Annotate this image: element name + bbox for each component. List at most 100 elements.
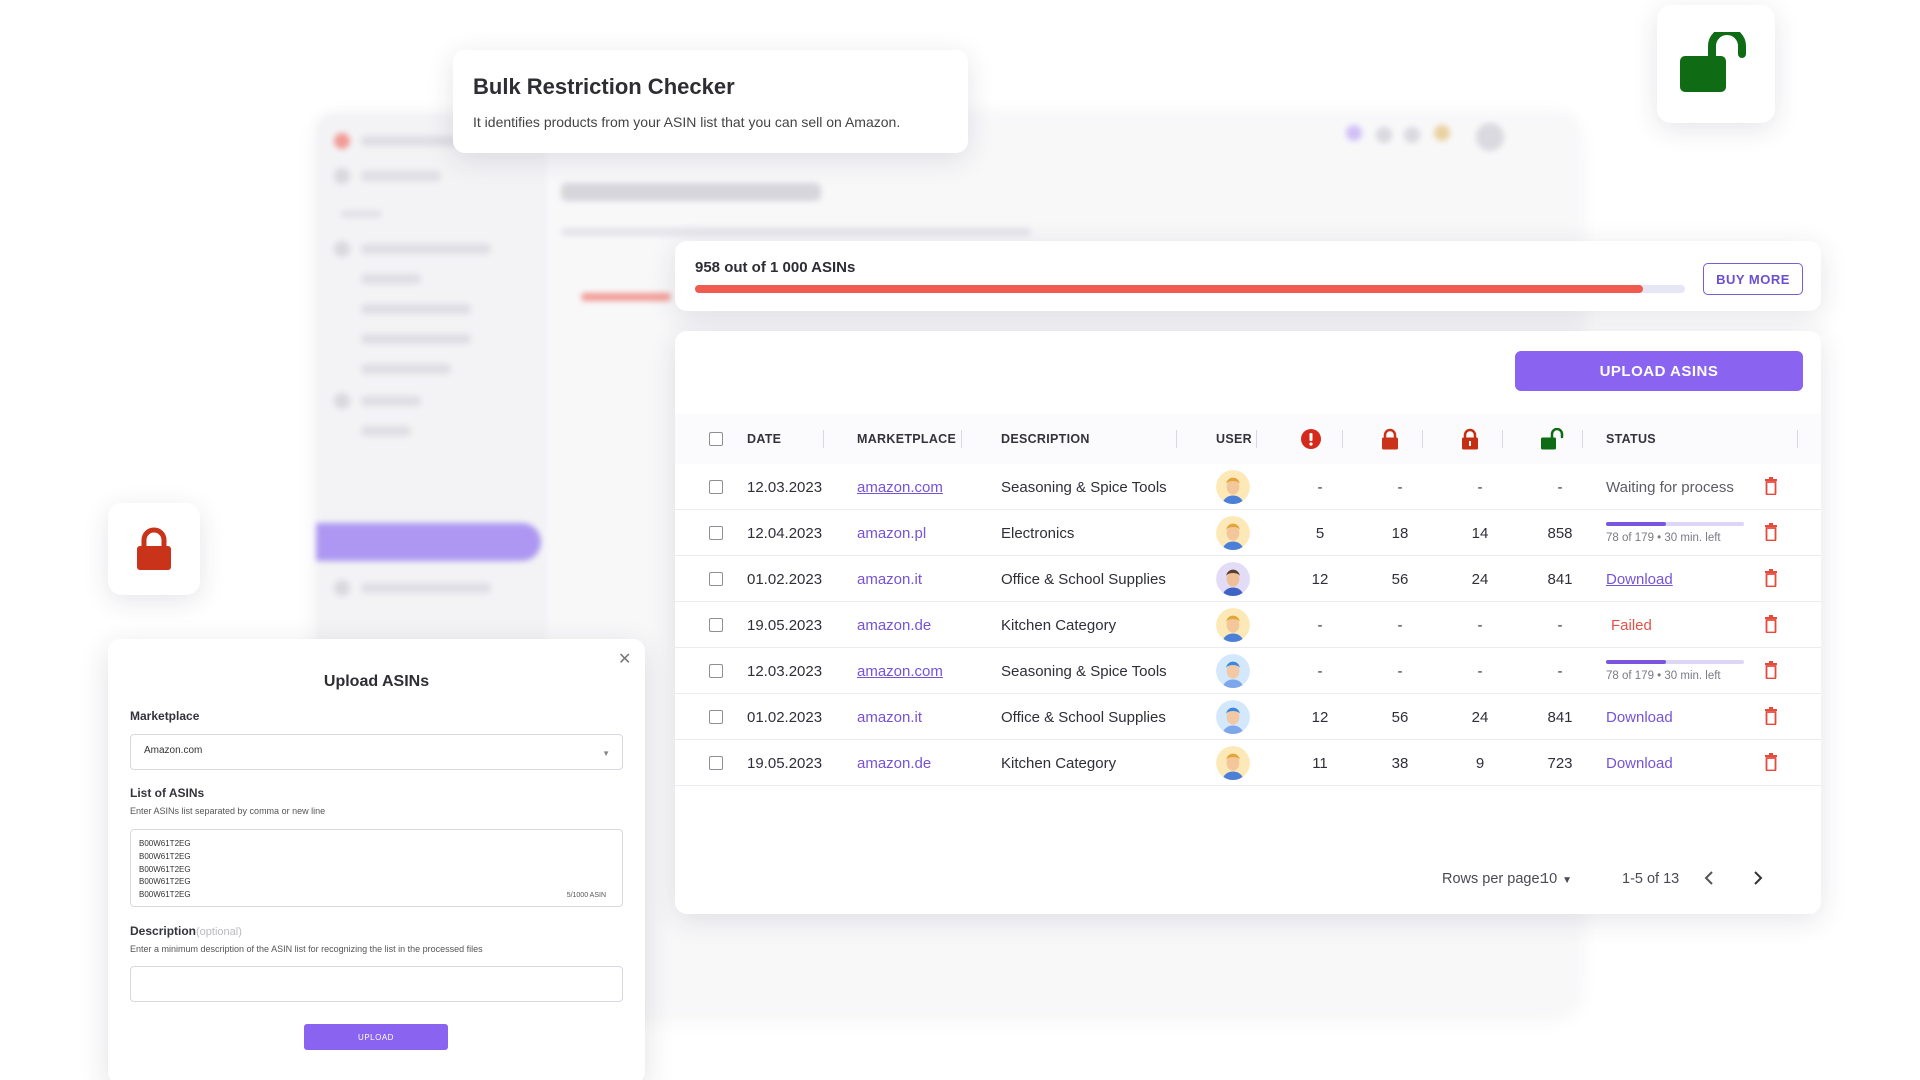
download-link[interactable]: Download — [1606, 571, 1673, 588]
asin-usage-text: 958 out of 1 000 ASINs — [695, 259, 856, 276]
table-row[interactable]: 12.03.2023 amazon.com Seasoning & Spice To… — [675, 464, 1821, 510]
row-date: 12.03.2023 — [747, 478, 823, 496]
marketplace-link[interactable]: amazon.com — [857, 663, 943, 680]
delete-icon[interactable] — [1764, 477, 1778, 500]
alert-icon — [1301, 429, 1321, 449]
chevron-down-icon: ▼ — [1562, 875, 1573, 886]
marketplace-link[interactable]: amazon.de — [857, 755, 931, 772]
upload-asins-button[interactable]: UPLOAD ASINS — [1515, 351, 1803, 391]
table-row[interactable]: 12.03.2023 amazon.com Seasoning & Spice To… — [675, 648, 1821, 694]
row-description: Electronics — [1001, 524, 1075, 542]
asin-line: B00W61T2EG — [139, 864, 191, 874]
table-row[interactable]: 01.02.2023 amazon.it Office & School Suppl… — [675, 694, 1821, 740]
row-date: 01.02.2023 — [747, 570, 823, 588]
marketplace-link[interactable]: amazon.it — [857, 571, 922, 588]
download-link[interactable]: Download — [1606, 709, 1673, 726]
marketplace-link[interactable]: amazon.de — [857, 617, 931, 634]
upload-button[interactable]: UPLOAD — [304, 1024, 448, 1050]
header-alert[interactable] — [1300, 414, 1322, 464]
close-icon[interactable]: ✕ — [618, 649, 631, 669]
page-title: Bulk Restriction Checker — [473, 74, 735, 99]
table-row[interactable]: 12.04.2023 amazon.pl Electronics 5 18 14 858 78… — [675, 510, 1821, 556]
row-checkbox[interactable] — [709, 572, 723, 586]
marketplace-link[interactable]: amazon.com — [857, 479, 943, 496]
row-checkbox[interactable] — [709, 664, 723, 678]
row-checkbox[interactable] — [709, 618, 723, 632]
row-checkbox[interactable] — [709, 480, 723, 494]
status-progress-fill — [1606, 522, 1667, 526]
header-marketplace[interactable]: MARKETPLACE — [857, 414, 956, 464]
marketplace-label: Marketplace — [130, 709, 200, 723]
count-alert: - — [1317, 662, 1323, 680]
asin-list-input[interactable]: B00W61T2EG B00W61T2EG B00W61T2EG B00W61T2EG… — [130, 829, 623, 907]
table-row[interactable]: 19.05.2023 amazon.de Kitchen Category - - - - F… — [675, 602, 1821, 648]
row-description: Seasoning & Spice Tools — [1001, 478, 1167, 496]
count-alert: 12 — [1311, 570, 1329, 588]
row-checkbox[interactable] — [709, 756, 723, 770]
previous-page-icon[interactable] — [1702, 869, 1716, 891]
next-page-icon[interactable] — [1751, 869, 1765, 891]
count-restricted: 56 — [1391, 570, 1409, 588]
user-avatar-icon — [1216, 608, 1250, 642]
asin-usage-bar-fill — [695, 285, 1644, 293]
lock-icon — [137, 527, 171, 570]
asin-lists-table-card: UPLOAD ASINS DATE MARKETPLACE DESCRIPTIO… — [675, 331, 1821, 914]
buy-more-button[interactable]: BUY MORE — [1703, 263, 1803, 295]
background-progress — [581, 293, 671, 301]
unlock-tile — [1657, 5, 1775, 123]
rows-per-page-select[interactable]: 10 ▼ — [1541, 871, 1572, 887]
background-active-nav — [316, 523, 541, 561]
count-allowed: 723 — [1547, 754, 1573, 772]
header-status[interactable]: STATUS — [1606, 414, 1656, 464]
row-description: Office & School Supplies — [1001, 708, 1166, 726]
lock-tile — [108, 503, 200, 595]
count-restricted: - — [1397, 478, 1403, 496]
table-row[interactable]: 19.05.2023 amazon.de Kitchen Category 11 38 9… — [675, 740, 1821, 786]
unlock-icon — [1680, 32, 1746, 92]
background-page-title — [561, 183, 821, 201]
header-date[interactable]: DATE — [747, 414, 781, 464]
row-checkbox[interactable] — [709, 710, 723, 724]
user-avatar-icon — [1216, 516, 1250, 550]
header-approval[interactable] — [1460, 414, 1480, 464]
count-approval: 14 — [1471, 524, 1489, 542]
count-allowed: - — [1557, 616, 1563, 634]
delete-icon[interactable] — [1764, 753, 1778, 776]
count-alert: - — [1317, 616, 1323, 634]
marketplace-select-value: Amazon.com — [144, 745, 203, 756]
header-user[interactable]: USER — [1216, 414, 1252, 464]
row-date: 01.02.2023 — [747, 708, 823, 726]
status-progress-text: 78 of 179 • 30 min. left — [1606, 532, 1721, 544]
marketplace-link[interactable]: amazon.pl — [857, 525, 926, 542]
description-optional-text: (optional) — [196, 926, 242, 938]
delete-icon[interactable] — [1764, 523, 1778, 546]
delete-icon[interactable] — [1764, 661, 1778, 684]
status-progress-bar — [1606, 522, 1744, 526]
background-page-subtitle — [561, 228, 1031, 236]
header-allowed[interactable] — [1540, 414, 1564, 464]
row-description: Seasoning & Spice Tools — [1001, 662, 1167, 680]
table-row[interactable]: 01.02.2023 amazon.it Office & School Suppl… — [675, 556, 1821, 602]
count-restricted: - — [1397, 616, 1403, 634]
download-link[interactable]: Download — [1606, 755, 1673, 772]
description-input[interactable] — [130, 966, 623, 1002]
header-restricted[interactable] — [1380, 414, 1400, 464]
count-approval: - — [1477, 478, 1483, 496]
row-date: 19.05.2023 — [747, 754, 823, 772]
select-all-checkbox[interactable] — [709, 432, 723, 446]
count-restricted: 18 — [1391, 524, 1409, 542]
row-checkbox[interactable] — [709, 526, 723, 540]
asin-count: 5/1000 ASIN — [566, 892, 606, 900]
rows-per-page-label: Rows per page: — [1442, 871, 1544, 887]
delete-icon[interactable] — [1764, 615, 1778, 638]
asin-list-value: B00W61T2EG B00W61T2EG B00W61T2EG B00W61T2EG… — [139, 838, 614, 902]
marketplace-select[interactable]: Amazon.com ▼ — [130, 734, 623, 770]
avatar — [1216, 510, 1250, 556]
status-progress-fill — [1606, 660, 1667, 664]
delete-icon[interactable] — [1764, 707, 1778, 730]
lock-red-icon — [1382, 428, 1398, 450]
count-alert: 11 — [1312, 754, 1328, 772]
marketplace-link[interactable]: amazon.it — [857, 709, 922, 726]
header-description[interactable]: DESCRIPTION — [1001, 414, 1090, 464]
delete-icon[interactable] — [1764, 569, 1778, 592]
